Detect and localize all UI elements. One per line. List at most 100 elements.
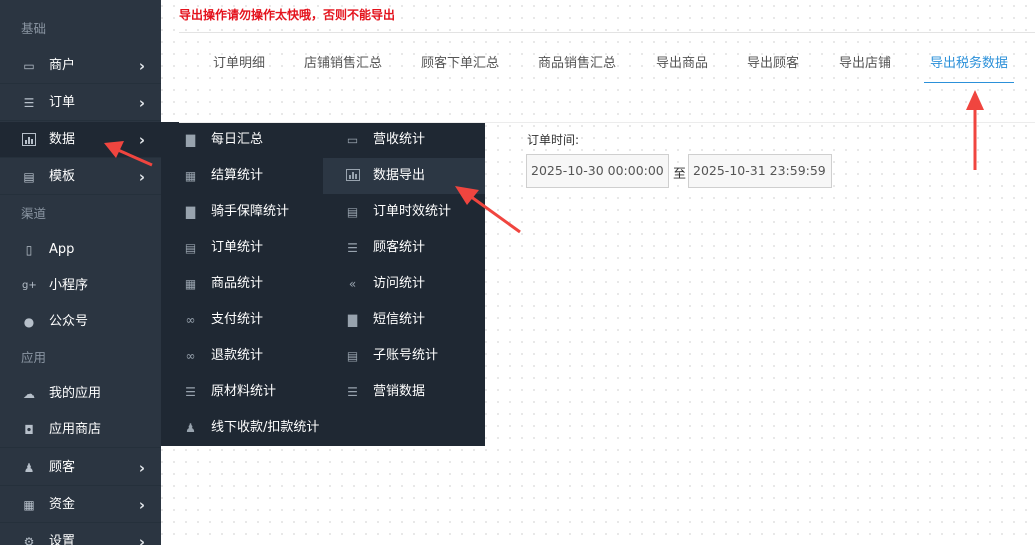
list-alt-icon: ▤ xyxy=(346,349,359,363)
submenu-item-customer-stats[interactable]: ☰ 顾客统计 xyxy=(323,230,485,266)
sidebar-item-app-store[interactable]: ◘ 应用商店 xyxy=(0,412,161,448)
sidebar-item-label: 订单 xyxy=(49,95,76,110)
tab-product-sales-summary[interactable]: 商品销售汇总 xyxy=(532,45,622,83)
chevron-right-icon: › xyxy=(138,496,145,514)
submenu-item-marketing-data[interactable]: ☰ 营销数据 xyxy=(323,374,485,410)
file-icon: ▇ xyxy=(347,313,358,327)
sidebar-item-data[interactable]: 数据 › xyxy=(0,122,161,158)
submenu-item-offline-payment-stats[interactable]: ♟ 线下收款/扣款统计 xyxy=(161,410,331,446)
submenu-item-label: 结算统计 xyxy=(211,168,264,183)
chat-icon: ● xyxy=(23,315,35,329)
sidebar-item-label: 应用商店 xyxy=(49,422,102,437)
submenu-item-product-stats[interactable]: ▦ 商品统计 xyxy=(161,266,323,302)
submenu-item-payment-stats[interactable]: ∞ 支付统计 xyxy=(161,302,323,338)
submenu-item-label: 短信统计 xyxy=(373,312,426,327)
submenu-item-settlement-stats[interactable]: ▦ 结算统计 xyxy=(161,158,323,194)
submenu-item-order-timeliness-stats[interactable]: ▤ 订单时效统计 xyxy=(323,194,485,230)
chevron-right-icon: › xyxy=(138,131,145,149)
submenu-item-revenue-stats[interactable]: ▭ 营收统计 xyxy=(323,122,485,158)
section-apps: 应用 xyxy=(0,340,161,376)
double-angle-left-icon: « xyxy=(348,277,357,291)
table-icon: ▤ xyxy=(184,241,197,255)
end-date-input[interactable]: 2025-10-31 23:59:59 xyxy=(688,154,832,188)
qrcode-icon: ▦ xyxy=(23,498,35,512)
sidebar-item-label: 资金 xyxy=(49,497,76,512)
submenu-item-subaccount-stats[interactable]: ▤ 子账号统计 xyxy=(323,338,485,374)
users-icon: ♟ xyxy=(23,461,35,475)
indent-icon: ☰ xyxy=(347,241,358,255)
tab-export-customers[interactable]: 导出顾客 xyxy=(740,45,806,83)
submenu-item-sms-stats[interactable]: ▇ 短信统计 xyxy=(323,302,485,338)
cloud-icon: ☁ xyxy=(23,387,35,401)
submenu-item-label: 退款统计 xyxy=(211,348,264,363)
section-channel: 渠道 xyxy=(0,196,161,232)
sidebar-item-merchant[interactable]: ▭ 商户 › xyxy=(0,48,161,84)
range-separator: 至 xyxy=(673,167,687,182)
submenu-item-refund-stats[interactable]: ∞ 退款统计 xyxy=(161,338,323,374)
sidebar-item-label: 小程序 xyxy=(49,278,89,293)
sidebar-item-order[interactable]: ☰ 订单 › xyxy=(0,85,161,121)
link-icon: ∞ xyxy=(185,313,196,327)
chevron-right-icon: › xyxy=(138,57,145,75)
sidebar-item-app[interactable]: ▯ App xyxy=(0,232,161,268)
start-date-input[interactable]: 2025-10-30 00:00:00 xyxy=(526,154,669,188)
tab-order-details[interactable]: 订单明细 xyxy=(205,45,273,83)
sidebar-item-label: 我的应用 xyxy=(49,386,102,401)
table-icon: ▤ xyxy=(346,205,359,219)
users-icon: ♟ xyxy=(185,421,196,435)
laptop-icon: ▭ xyxy=(23,59,35,73)
sidebar-item-my-apps[interactable]: ☁ 我的应用 xyxy=(0,376,161,412)
sidebar-item-label: 模板 xyxy=(49,169,76,184)
list-ol-icon: ☰ xyxy=(185,385,196,399)
google-plus-icon: g+ xyxy=(22,280,37,291)
link-icon: ∞ xyxy=(185,349,196,363)
submenu-item-raw-material-stats[interactable]: ☰ 原材料统计 xyxy=(161,374,323,410)
submenu-item-rider-insurance-stats[interactable]: ▇ 骑手保障统计 xyxy=(161,194,323,230)
table-icon: ▤ xyxy=(23,170,35,184)
sidebar-item-label: 顾客 xyxy=(49,460,76,475)
tab-export-stores[interactable]: 导出店铺 xyxy=(832,45,898,83)
submenu-item-order-stats[interactable]: ▤ 订单统计 xyxy=(161,230,323,266)
grid-icon: ▦ xyxy=(184,277,197,291)
divider xyxy=(179,32,1035,33)
sidebar-item-template[interactable]: ▤ 模板 › xyxy=(0,159,161,195)
sidebar-item-miniprogram[interactable]: g+ 小程序 xyxy=(0,268,161,304)
submenu-item-label: 每日汇总 xyxy=(211,132,264,147)
coffee-icon: ◘ xyxy=(24,423,34,437)
arrow-to-tax-tab xyxy=(966,90,984,170)
submenu-item-label: 原材料统计 xyxy=(211,384,277,399)
submenu-item-data-export[interactable]: 数据导出 xyxy=(323,158,485,194)
data-submenu: ▇ 每日汇总 ▦ 结算统计 ▇ 骑手保障统计 ▤ 订单统计 ▦ 商品统计 ∞ 支… xyxy=(161,122,485,446)
submenu-item-label: 订单时效统计 xyxy=(373,204,452,219)
sidebar-item-customers[interactable]: ♟ 顾客 › xyxy=(0,450,161,486)
sidebar-item-funds[interactable]: ▦ 资金 › xyxy=(0,487,161,523)
tab-export-products[interactable]: 导出商品 xyxy=(649,45,715,83)
chevron-right-icon: › xyxy=(138,168,145,186)
chevron-right-icon: › xyxy=(138,533,145,545)
submenu-item-label: 订单统计 xyxy=(211,240,264,255)
submenu-item-label: 商品统计 xyxy=(211,276,264,291)
submenu-item-label: 线下收款/扣款统计 xyxy=(211,420,320,435)
tab-export-tax-data[interactable]: 导出税务数据 xyxy=(924,45,1014,83)
sidebar-item-official-account[interactable]: ● 公众号 xyxy=(0,304,161,340)
credit-card-icon: ▭ xyxy=(346,133,359,147)
submenu-item-label: 数据导出 xyxy=(373,168,426,183)
bar-chart-icon xyxy=(345,169,360,183)
submenu-item-label: 营销数据 xyxy=(373,384,426,399)
export-warning: 导出操作请勿操作太快哦，否则不能导出 xyxy=(179,8,396,22)
divider xyxy=(179,122,1035,123)
submenu-item-label: 访问统计 xyxy=(373,276,426,291)
submenu-item-daily-summary[interactable]: ▇ 每日汇总 xyxy=(161,122,323,158)
tab-customer-order-summary[interactable]: 顾客下单汇总 xyxy=(415,45,505,83)
sidebar: 基础 ▭ 商户 › ☰ 订单 › 数据 › ▤ 模板 › 渠道 ▯ App g+… xyxy=(0,0,161,545)
chevron-right-icon: › xyxy=(138,459,145,477)
list-ol-icon: ☰ xyxy=(347,385,358,399)
tab-store-sales-summary[interactable]: 店铺销售汇总 xyxy=(298,45,388,83)
order-time-label: 订单时间: xyxy=(527,133,580,147)
gear-icon: ⚙ xyxy=(23,535,35,545)
chevron-right-icon: › xyxy=(138,94,145,112)
submenu-item-label: 支付统计 xyxy=(211,312,264,327)
sidebar-item-settings[interactable]: ⚙ 设置 › xyxy=(0,524,161,545)
sidebar-item-label: 设置 xyxy=(49,534,76,545)
submenu-item-visit-stats[interactable]: « 访问统计 xyxy=(323,266,485,302)
